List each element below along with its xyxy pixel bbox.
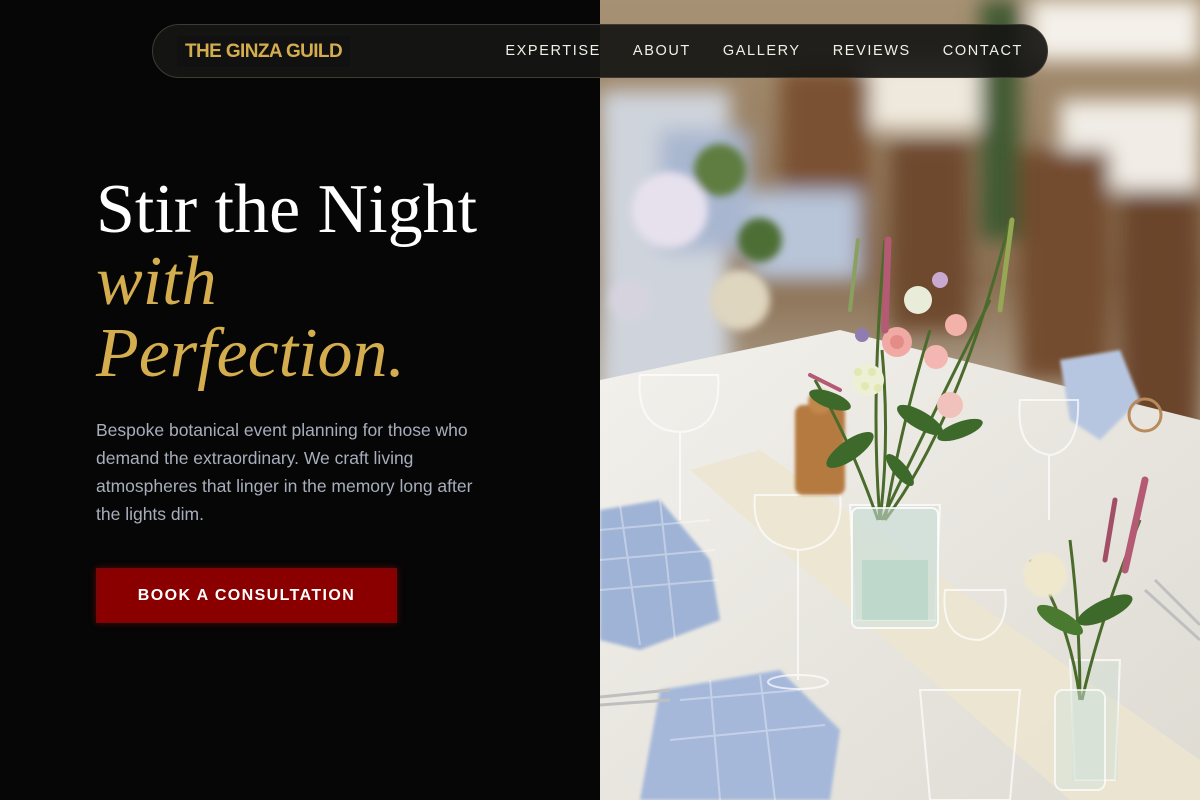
hero-left-panel (0, 0, 600, 800)
nav-links: EXPERTISE ABOUT GALLERY REVIEWS CONTACT (505, 25, 1023, 77)
nav-link-gallery[interactable]: GALLERY (723, 43, 801, 59)
hero-title-line-1: Stir the Night (96, 171, 478, 248)
site-logo[interactable]: THE GINZA GUILD (177, 36, 351, 67)
nav-link-about[interactable]: ABOUT (633, 43, 691, 59)
nav-link-contact[interactable]: CONTACT (943, 43, 1023, 59)
nav-link-reviews[interactable]: REVIEWS (833, 43, 911, 59)
hero-description: Bespoke botanical event planning for tho… (96, 420, 473, 524)
hero-photo (600, 0, 1200, 800)
hero-title-line-3: Perfection. (96, 315, 406, 392)
hero-title-line-2: with (96, 243, 217, 320)
top-navbar: THE GINZA GUILD EXPERTISE ABOUT GALLERY … (152, 24, 1048, 78)
hero-title: Stir the Night with Perfection. (96, 174, 576, 390)
nav-link-expertise[interactable]: EXPERTISE (505, 43, 601, 59)
book-consultation-button[interactable]: BOOK A CONSULTATION (96, 568, 397, 623)
